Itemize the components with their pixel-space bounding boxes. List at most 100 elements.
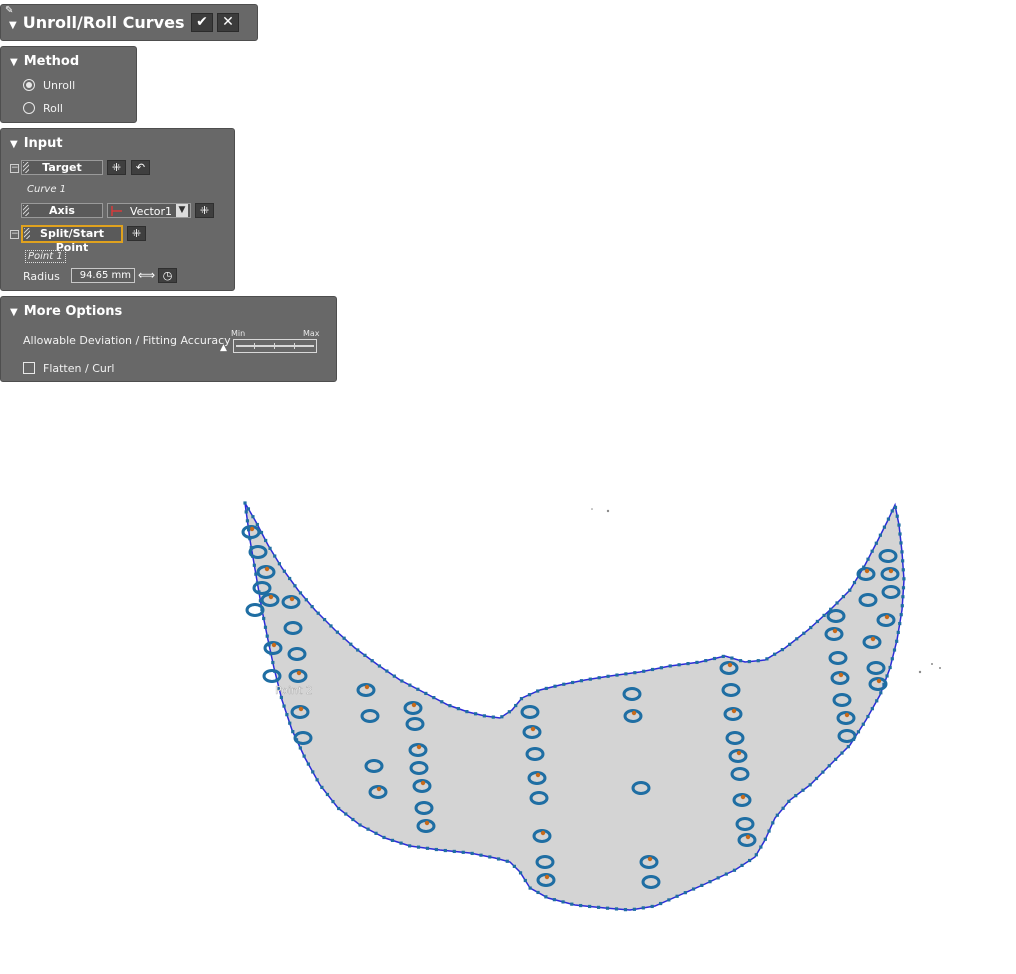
axis-dropdown[interactable]: Vector1 ▼ [107, 203, 191, 218]
split-start-point-field[interactable]: Split/Start Point [21, 225, 123, 254]
roll-radio[interactable] [23, 102, 35, 114]
edge-marker [801, 788, 805, 792]
edge-marker [892, 648, 897, 652]
edge-marker [809, 625, 813, 630]
edge-marker [245, 519, 250, 523]
hole-center-dot [740, 794, 746, 800]
edge-marker [434, 847, 438, 852]
split-collapse-icon[interactable]: − [10, 230, 19, 239]
edge-marker [588, 677, 592, 681]
clock-icon: ◷ [162, 269, 173, 282]
sparkle-icon: ⁜ [111, 161, 122, 174]
target-value: Curve 1 [27, 184, 67, 195]
edge-marker [470, 851, 474, 856]
unroll-label: Unroll [43, 79, 76, 92]
edge-marker [821, 770, 825, 774]
edge-marker [659, 901, 663, 906]
edge-marker [416, 687, 420, 691]
edge-marker [756, 659, 760, 663]
hole-center-dot [411, 702, 417, 708]
flatten-checkbox[interactable] [23, 362, 35, 374]
edge-marker [895, 514, 899, 518]
edge-marker [738, 659, 743, 663]
method-header[interactable]: ▼ Method [10, 54, 79, 69]
hole-center-dot [420, 780, 426, 786]
edge-marker [890, 509, 894, 513]
edge-marker [747, 659, 751, 664]
edge-marker [267, 643, 271, 647]
edge-marker [834, 757, 838, 761]
edge-marker [258, 599, 263, 603]
edge-marker [255, 522, 259, 527]
edge-marker [808, 783, 812, 787]
edge-marker [358, 823, 362, 827]
edge-marker [392, 674, 396, 678]
slider-min-label: Min [231, 329, 246, 338]
unroll-radio[interactable] [23, 79, 35, 91]
edge-marker [579, 679, 584, 683]
edge-marker [840, 751, 844, 755]
target-field[interactable]: Target [21, 160, 103, 175]
accuracy-slider[interactable] [233, 339, 317, 353]
target-collapse-icon[interactable]: − [10, 164, 19, 173]
edge-marker [505, 859, 509, 863]
hole-center-dot [870, 636, 876, 642]
edge-marker [787, 799, 791, 803]
edge-marker [724, 872, 728, 876]
edge-marker [424, 691, 428, 696]
input-header[interactable]: ▼ Input [10, 136, 63, 151]
edge-marker [363, 653, 367, 657]
edge-marker [870, 707, 874, 711]
edge-marker [552, 898, 556, 902]
chevron-down-icon[interactable]: ▼ [176, 204, 188, 217]
ok-button[interactable]: ✔ [191, 13, 213, 32]
deviation-label: Allowable Deviation / Fitting Accuracy [23, 334, 231, 347]
axis-value: Vector1 [130, 205, 173, 218]
slider-thumb-icon[interactable]: ▲ [220, 343, 227, 353]
edge-marker [491, 715, 495, 719]
edge-marker [642, 669, 646, 673]
edge-marker [899, 541, 903, 545]
edge-marker [273, 554, 277, 558]
edge-marker [257, 590, 261, 594]
edge-marker [740, 863, 744, 868]
cancel-button[interactable]: ✕ [217, 13, 239, 32]
edge-marker [320, 785, 324, 789]
method-title: Method [23, 54, 80, 69]
measure-icon[interactable]: ⟺ [138, 268, 155, 282]
edge-marker [870, 549, 874, 553]
edge-marker [377, 664, 382, 668]
axis-select-button[interactable]: ⁜ [195, 203, 214, 218]
edge-marker [851, 737, 856, 741]
edge-marker [794, 794, 798, 798]
radius-input[interactable]: 94.65 mm [71, 268, 135, 283]
edge-marker [901, 595, 905, 599]
axis-field[interactable]: Axis [21, 203, 103, 218]
edge-marker [835, 601, 839, 605]
undo-button[interactable]: ↶ [131, 160, 150, 175]
edge-marker [271, 660, 275, 665]
edge-marker [677, 663, 681, 667]
edge-marker [251, 515, 255, 519]
edge-marker [244, 510, 248, 514]
collapse-icon[interactable]: ▼ [9, 20, 17, 31]
edge-marker [337, 806, 341, 811]
more-options-header[interactable]: ▼ More Options [10, 304, 122, 319]
hole-center-dot [736, 750, 742, 756]
edge-marker [795, 637, 799, 641]
split-value[interactable]: Point 1 [25, 250, 66, 263]
sparkle-icon: ⁜ [131, 227, 142, 240]
edge-marker [848, 588, 852, 592]
target-select-button[interactable]: ⁜ [107, 160, 126, 175]
edge-marker [288, 721, 292, 725]
edge-marker [829, 607, 833, 611]
edge-marker [254, 572, 258, 576]
split-select-button[interactable]: ⁜ [127, 226, 146, 241]
edge-marker [902, 577, 906, 581]
edge-marker [322, 617, 327, 622]
radius-options-button[interactable]: ◷ [158, 268, 177, 283]
edge-marker [878, 533, 882, 537]
edge-marker [456, 707, 460, 711]
edge-marker [335, 630, 340, 634]
edge-marker [249, 545, 253, 550]
